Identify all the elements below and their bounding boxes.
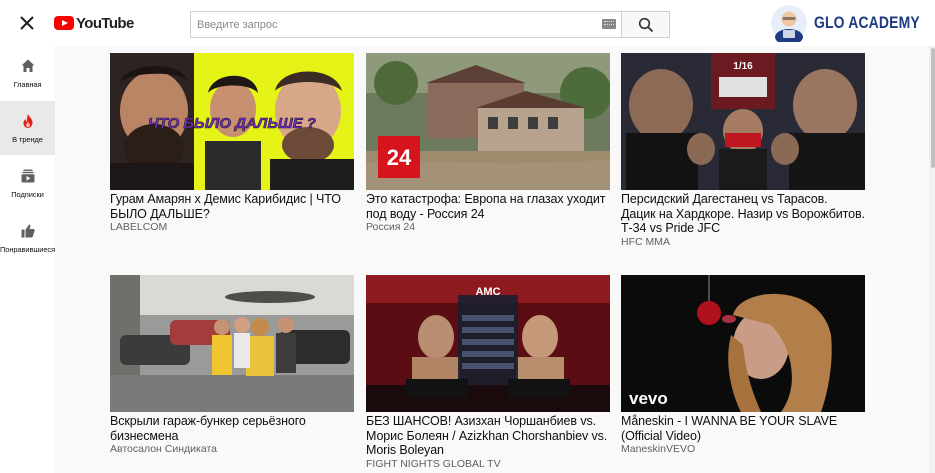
thumbnail-text: ЧТО БЫЛО ДАЛЬШЕ ? xyxy=(148,115,316,132)
video-grid: ЧТО БЫЛО ДАЛЬШЕ ? Гурам Амарян х Демис К… xyxy=(55,46,935,473)
video-card[interactable]: ЧТО БЫЛО ДАЛЬШЕ ? Гурам Амарян х Демис К… xyxy=(110,53,354,234)
video-title[interactable]: Måneskin - I WANNA BE YOUR SLAVE (Offici… xyxy=(621,414,865,443)
brand-text: GLO ACADEMY xyxy=(814,13,920,32)
top-header: YouTube GLO ACADEMY xyxy=(0,0,935,46)
video-thumbnail[interactable]: AMC xyxy=(366,275,610,412)
thumbnail-text: vevo xyxy=(629,389,668,408)
sidebar-item-label: Главная xyxy=(13,79,42,89)
search-icon xyxy=(638,17,653,32)
sidebar-item-home[interactable]: Главная xyxy=(0,46,55,100)
sidebar-item-label: Понравившиеся xyxy=(0,244,56,254)
thumbnail-image xyxy=(110,275,354,412)
thumbnail-image: 24 xyxy=(366,53,610,190)
thumbnail-image: vevo xyxy=(621,275,865,412)
logo-text: YouTube xyxy=(76,14,134,32)
video-thumbnail[interactable]: 24 xyxy=(366,53,610,190)
scrollbar-thumb[interactable] xyxy=(931,48,935,168)
channel-name[interactable]: LABELCOM xyxy=(110,221,354,234)
channel-name[interactable]: Россия 24 xyxy=(366,221,610,234)
video-thumbnail[interactable]: vevo xyxy=(621,275,865,412)
youtube-logo[interactable]: YouTube xyxy=(54,13,134,33)
glo-academy-brand: GLO ACADEMY xyxy=(770,3,935,43)
sidebar-item-liked[interactable]: Понравившиеся xyxy=(0,211,55,265)
thumbnail-image: AMC xyxy=(366,275,610,412)
video-thumbnail[interactable]: ЧТО БЫЛО ДАЛЬШЕ ? xyxy=(110,53,354,190)
sidebar: Главная В тренде Подписки Понравившиеся xyxy=(0,46,55,473)
channel-name[interactable]: HFC MMA xyxy=(621,236,865,249)
search-button[interactable] xyxy=(621,11,670,38)
video-thumbnail[interactable] xyxy=(110,275,354,412)
thumbnail-image: 1/16 xyxy=(621,53,865,190)
keyboard-icon[interactable] xyxy=(602,19,616,29)
close-menu-button[interactable] xyxy=(16,12,38,34)
glo-academy-logo-icon xyxy=(771,5,807,42)
home-icon xyxy=(21,59,34,72)
close-icon xyxy=(20,16,34,30)
video-card[interactable]: Вскрыли гараж-бункер серьёзного бизнесме… xyxy=(110,275,354,456)
channel-name[interactable]: FIGHT NIGHTS GLOBAL TV xyxy=(366,458,610,471)
thumb-up-icon xyxy=(21,224,35,237)
video-thumbnail[interactable]: 1/16 xyxy=(621,53,865,190)
search-input[interactable] xyxy=(190,11,621,38)
sidebar-item-label: В тренде xyxy=(12,134,43,144)
video-card[interactable]: vevo Måneskin - I WANNA BE YOUR SLAVE (O… xyxy=(621,275,865,456)
thumbnail-text: 24 xyxy=(387,145,412,170)
channel-name[interactable]: Автосалон Синдиката xyxy=(110,443,354,456)
video-title[interactable]: БЕЗ ШАНСОВ! Азизхан Чоршанбиев vs. Морис… xyxy=(366,414,610,458)
video-title[interactable]: Персидский Дагестанец vs Тарасов. Дацик … xyxy=(621,192,865,236)
video-card[interactable]: 24 Это катастрофа: Европа на глазах уход… xyxy=(366,53,610,234)
sidebar-item-subscriptions[interactable]: Подписки xyxy=(0,156,55,210)
thumbnail-image: ЧТО БЫЛО ДАЛЬШЕ ? xyxy=(110,53,354,190)
video-title[interactable]: Вскрыли гараж-бункер серьёзного бизнесме… xyxy=(110,414,354,443)
video-card[interactable]: AMC БЕЗ ШАНСОВ! Азизхан Чоршанбиев vs. М… xyxy=(366,275,610,471)
channel-name[interactable]: ManeskinVEVO xyxy=(621,443,865,456)
sidebar-item-label: Подписки xyxy=(11,189,44,199)
fire-icon xyxy=(23,113,32,128)
thumbnail-text: AMC xyxy=(475,286,500,298)
sidebar-item-trending[interactable]: В тренде xyxy=(0,101,55,155)
video-title[interactable]: Это катастрофа: Европа на глазах уходит … xyxy=(366,192,610,221)
thumbnail-text: 1/16 xyxy=(733,61,753,72)
youtube-play-icon xyxy=(54,16,74,30)
search-bar xyxy=(190,11,670,38)
video-title[interactable]: Гурам Амарян х Демис Карибидис | ЧТО БЫЛ… xyxy=(110,192,354,221)
video-card[interactable]: 1/16 Персидский Дагестанец vs Тарасов. Д… xyxy=(621,53,865,249)
subscriptions-icon xyxy=(21,169,34,182)
